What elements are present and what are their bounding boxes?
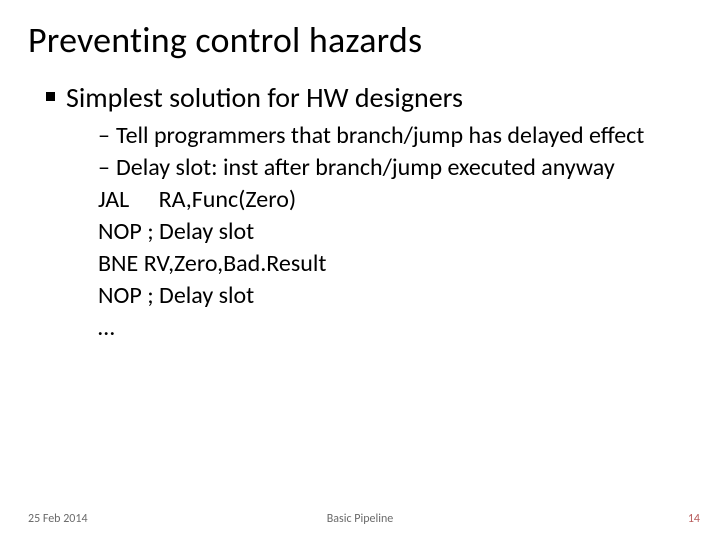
footer-page-number: 14 — [688, 512, 700, 526]
bullet-list: Simplest solution for HW designers Tell … — [28, 80, 692, 343]
code-line: … — [98, 313, 692, 343]
slide: Preventing control hazards Simplest solu… — [0, 0, 720, 540]
slide-title: Preventing control hazards — [28, 18, 692, 62]
bullet-text: Simplest solution for HW designers — [66, 80, 463, 115]
sub-list: Tell programmers that branch/jump has de… — [66, 121, 692, 343]
code-line: JAL RA,Func(Zero) — [98, 185, 692, 215]
code-line: BNE RV,Zero,Bad.Result — [98, 249, 692, 279]
code-line: NOP ; Delay slot — [98, 281, 692, 311]
bullet-item: Simplest solution for HW designers Tell … — [46, 80, 692, 343]
footer-date: 25 Feb 2014 — [28, 512, 88, 526]
sub-item: Tell programmers that branch/jump has de… — [98, 121, 692, 151]
sub-item: Delay slot: inst after branch/jump execu… — [98, 153, 692, 183]
footer-center: Basic Pipeline — [327, 512, 394, 526]
code-line: NOP ; Delay slot — [98, 217, 692, 247]
